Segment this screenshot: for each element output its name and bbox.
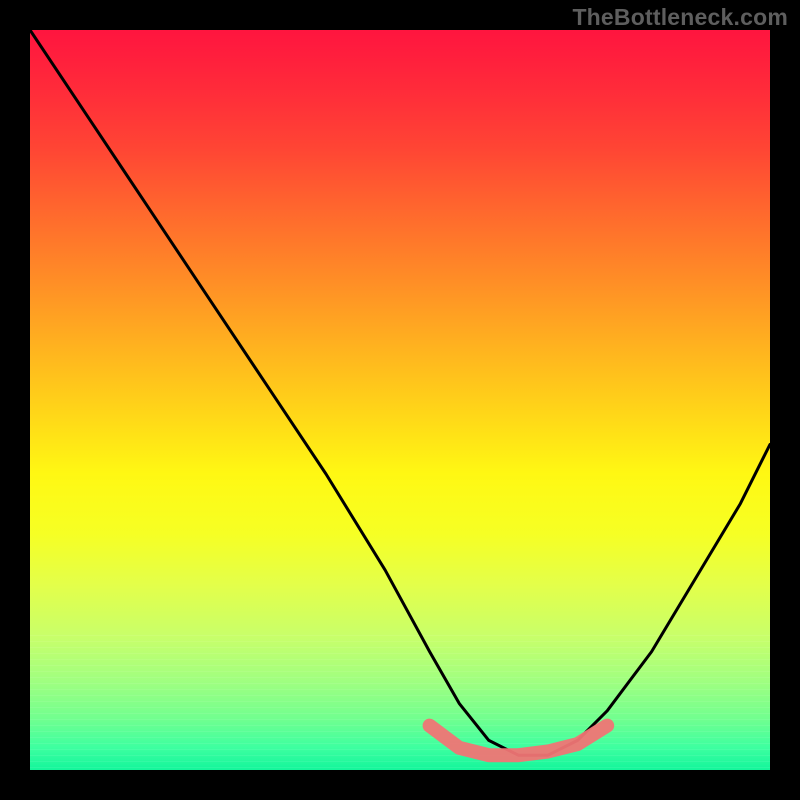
plot-area [30,30,770,770]
watermark-text: TheBottleneck.com [572,4,788,31]
black-curve [30,30,770,755]
chart-frame: TheBottleneck.com [0,0,800,800]
pink-highlight [430,726,608,756]
chart-svg [30,30,770,770]
